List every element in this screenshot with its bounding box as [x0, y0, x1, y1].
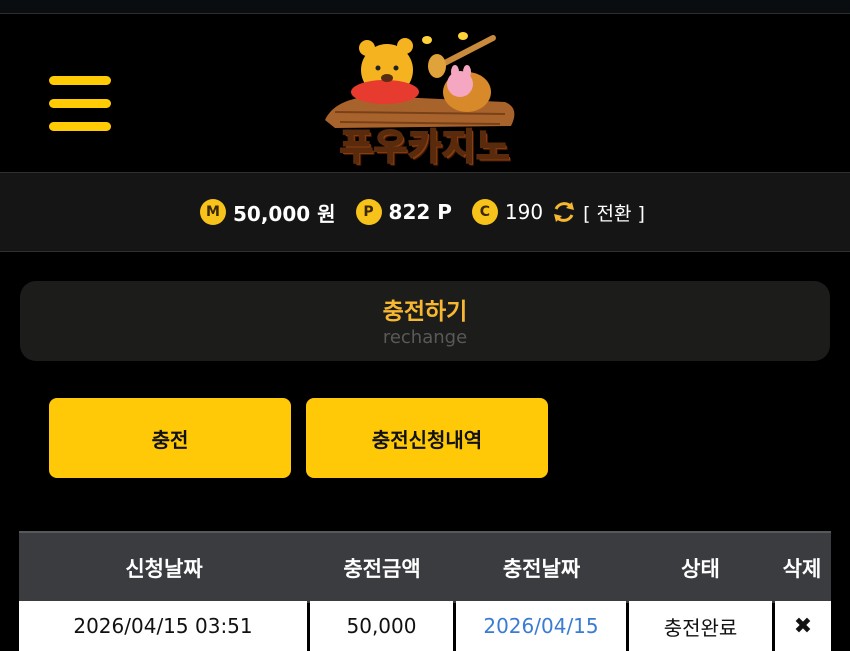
coin-balance: 190: [504, 200, 544, 224]
table-header: 신청날짜 충전금액 충전날짜 상태 삭제: [19, 531, 831, 603]
delete-icon[interactable]: ✖: [775, 601, 831, 651]
column-header-amount: 충전금액: [343, 557, 421, 581]
charge-history-button[interactable]: 충전신청내역: [306, 398, 548, 478]
money-coin-icon: M: [200, 199, 226, 225]
site-header: 푸우카지노: [0, 14, 850, 172]
convert-link[interactable]: [ 전환 ]: [583, 199, 645, 226]
pooh-logo-illustration: [325, 32, 515, 128]
hamburger-menu-icon[interactable]: [49, 76, 111, 132]
column-header-delete: 삭제: [782, 557, 822, 581]
money-balance: 50,000 원: [233, 201, 336, 226]
point-balance: 822 P: [388, 200, 452, 224]
column-header-charge-date: 충전날짜: [502, 557, 581, 581]
balance-bar: M 50,000 원 P 822 P C 190 [ 전환 ]: [0, 172, 850, 252]
refresh-icon[interactable]: [551, 199, 577, 225]
table-row: 2026/04/15 03:51 50,000 2026/04/15 충전완료 …: [19, 601, 831, 651]
cell-request-date: 2026/04/15 03:51: [19, 601, 307, 651]
casino-coin-icon: C: [471, 199, 498, 225]
top-strip: [0, 0, 850, 14]
column-header-status: 상태: [681, 557, 720, 581]
page-title: 충전하기: [382, 299, 468, 325]
site-logo[interactable]: 푸우카지노: [315, 28, 535, 178]
cell-charge-date: 2026/04/15: [456, 601, 626, 651]
cell-status: 충전완료: [629, 601, 772, 651]
column-header-request-date: 신청날짜: [125, 557, 203, 581]
logo-wordmark: 푸우카지노: [339, 126, 511, 169]
page-subtitle: rechange: [382, 327, 468, 348]
charge-button[interactable]: 충전: [49, 398, 291, 478]
cell-amount: 50,000: [310, 601, 453, 651]
section-title-box: 충전하기 rechange: [20, 281, 830, 361]
point-coin-icon: P: [355, 199, 382, 225]
